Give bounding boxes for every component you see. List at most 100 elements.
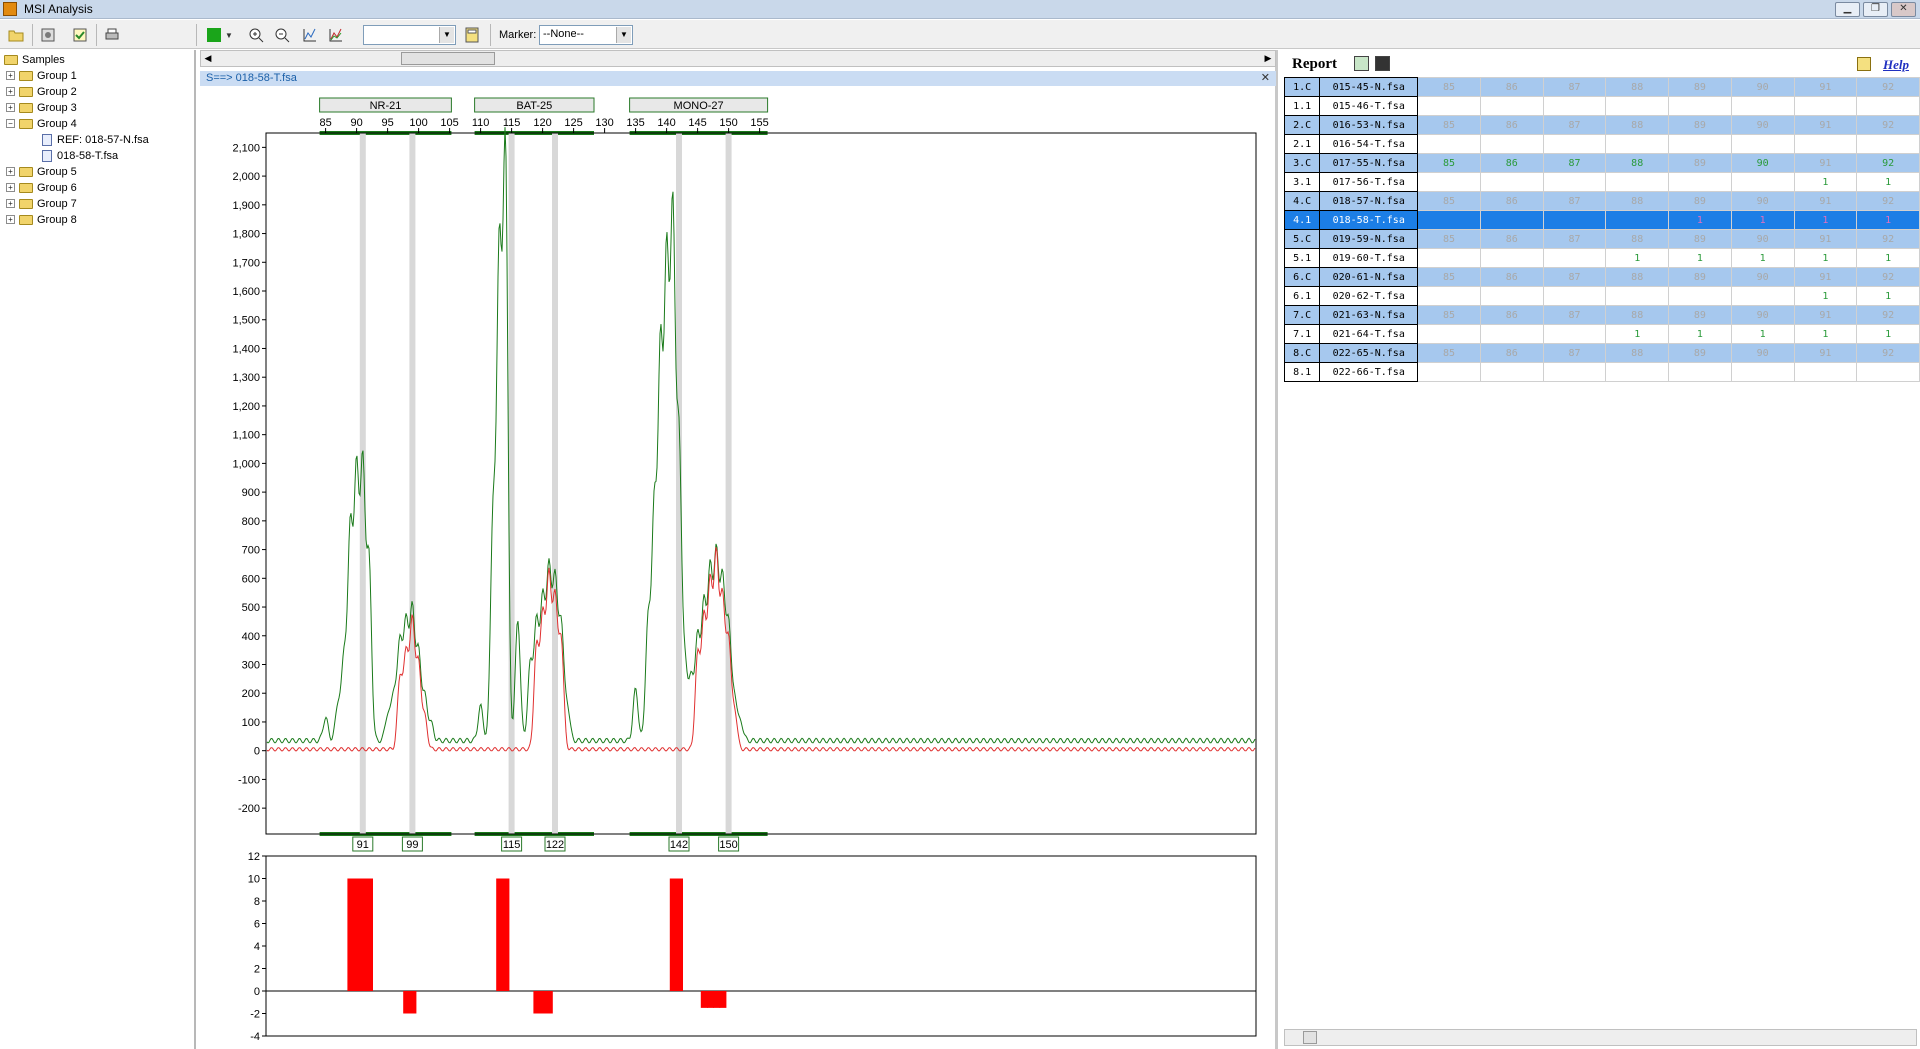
print-icon[interactable] (102, 25, 122, 45)
help-icon[interactable] (1857, 57, 1871, 71)
peak-label: 99 (406, 839, 418, 851)
report-cell: 1 (1668, 248, 1732, 268)
tree-group[interactable]: + Group 6 (6, 180, 77, 195)
overlay-icon[interactable] (326, 25, 346, 45)
row-index: 4.C (1283, 191, 1321, 211)
expand-icon[interactable]: + (6, 103, 15, 112)
tree-group[interactable]: + Group 7 (6, 196, 77, 211)
tree-file[interactable]: 018-58-T.fsa (42, 148, 118, 163)
save-icon[interactable] (1375, 56, 1390, 71)
report-row[interactable]: 6.1 020-62-T.fsa 1 1 (1283, 286, 1920, 306)
file-tab-label: S==> 018-58-T.fsa (206, 72, 297, 84)
report-cell: 91 (1793, 191, 1858, 211)
expand-icon[interactable]: + (6, 71, 15, 80)
tree-group[interactable]: + Group 2 (6, 84, 77, 99)
close-button[interactable]: ✕ (1891, 2, 1916, 17)
y-tick-label: 600 (242, 573, 260, 585)
expand-icon[interactable]: + (6, 87, 15, 96)
scroll-left-icon[interactable]: ◀ (201, 51, 215, 66)
expand-icon[interactable]: + (6, 215, 15, 224)
report-row[interactable]: 3.1 017-56-T.fsa 1 1 (1283, 172, 1920, 192)
help-link[interactable]: Help (1883, 57, 1909, 73)
tree-root[interactable]: Samples (4, 52, 65, 67)
expand-icon[interactable]: + (6, 167, 15, 176)
report-cell (1542, 172, 1607, 192)
report-row[interactable]: 5.1 019-60-T.fsa 1 1 1 1 1 (1283, 248, 1920, 268)
tree-file[interactable]: REF: 018-57-N.fsa (42, 132, 149, 147)
report-export-icon[interactable] (1354, 56, 1369, 71)
report-cell: 92 (1856, 267, 1920, 287)
collapse-icon[interactable]: − (6, 119, 15, 128)
marker-select[interactable]: --None-- ▼ (539, 25, 633, 45)
report-cell: 85 (1417, 343, 1481, 363)
report-row[interactable]: 4.1 018-58-T.fsa 1 1 1 1 (1283, 210, 1920, 230)
report-cell: 87 (1542, 115, 1607, 135)
report-row[interactable]: 4.C 018-57-N.fsa 85 86 87 88 89 90 91 92 (1283, 191, 1920, 211)
peak-label: 142 (670, 839, 688, 851)
report-cell: 87 (1542, 343, 1607, 363)
color-dropdown-icon[interactable]: ▼ (224, 25, 234, 45)
report-row[interactable]: 8.1 022-66-T.fsa (1283, 362, 1920, 382)
report-cell (1605, 210, 1670, 230)
green-square-icon[interactable] (204, 25, 224, 45)
report-cell: 87 (1542, 267, 1607, 287)
settings-icon[interactable] (38, 25, 58, 45)
report-scrollbar[interactable] (1284, 1029, 1917, 1046)
report-cell: 1 (1605, 324, 1670, 344)
row-index: 8.1 (1283, 362, 1321, 382)
scroll-right-icon[interactable]: ▶ (1261, 51, 1275, 66)
report-row[interactable]: 5.C 019-59-N.fsa 85 86 87 88 89 90 91 92 (1283, 229, 1920, 249)
minimize-button[interactable]: ▁ (1835, 2, 1860, 17)
row-index: 3.1 (1283, 172, 1321, 192)
chevron-down-icon[interactable]: ▼ (439, 27, 454, 43)
report-cell (1542, 286, 1607, 306)
view-combo[interactable]: ▼ (363, 25, 456, 45)
y-tick-label: 1,600 (232, 286, 260, 298)
report-row[interactable]: 2.C 016-53-N.fsa 85 86 87 88 89 90 91 92 (1283, 115, 1920, 135)
scroll-thumb[interactable] (1303, 1031, 1317, 1044)
report-row[interactable]: 6.C 020-61-N.fsa 85 86 87 88 89 90 91 92 (1283, 267, 1920, 287)
row-index: 7.1 (1283, 324, 1321, 344)
close-icon[interactable]: ✕ (1261, 71, 1270, 86)
checklist-icon[interactable] (70, 25, 90, 45)
expand-icon[interactable]: + (6, 199, 15, 208)
folder-icon (19, 198, 33, 209)
difference-bar (700, 991, 708, 1008)
calculator-icon[interactable] (462, 25, 482, 45)
row-index: 5.C (1283, 229, 1321, 249)
open-folder-icon[interactable] (6, 25, 26, 45)
x-tick-label: 90 (350, 117, 362, 129)
difference-bar (347, 878, 355, 991)
tree-group[interactable]: + Group 8 (6, 212, 77, 227)
tree-group[interactable]: − Group 4 (6, 116, 77, 131)
report-row[interactable]: 7.C 021-63-N.fsa 85 86 87 88 89 90 91 92 (1283, 305, 1920, 325)
x-tick-label: 100 (409, 117, 427, 129)
tree-group[interactable]: + Group 3 (6, 100, 77, 115)
report-row[interactable]: 7.1 021-64-T.fsa 1 1 1 1 1 (1283, 324, 1920, 344)
x-tick-label: 130 (595, 117, 613, 129)
scroll-thumb[interactable] (401, 52, 495, 65)
report-row[interactable]: 1.C 015-45-N.fsa 85 86 87 88 89 90 91 92 (1283, 77, 1920, 97)
zoom-in-icon[interactable] (246, 25, 266, 45)
report-cell: 89 (1668, 153, 1732, 173)
chart-icon[interactable] (300, 25, 320, 45)
row-file: 016-53-N.fsa (1319, 115, 1419, 135)
row-index: 3.C (1283, 153, 1321, 173)
report-cell: 88 (1605, 153, 1670, 173)
y-tick-label: 1,200 (232, 401, 260, 413)
report-row[interactable]: 3.C 017-55-N.fsa 85 86 87 88 89 90 91 92 (1283, 153, 1920, 173)
report-row[interactable]: 2.1 016-54-T.fsa (1283, 134, 1920, 154)
report-cell: 1 (1856, 248, 1920, 268)
report-row[interactable]: 1.1 015-46-T.fsa (1283, 96, 1920, 116)
horizontal-scrollbar[interactable]: ◀ ▶ (200, 50, 1276, 67)
zoom-out-icon[interactable] (272, 25, 292, 45)
chevron-down-icon[interactable]: ▼ (616, 27, 631, 43)
report-cell: 91 (1793, 77, 1858, 97)
tree-group[interactable]: + Group 5 (6, 164, 77, 179)
tree-group[interactable]: + Group 1 (6, 68, 77, 83)
report-cell (1793, 96, 1858, 116)
expand-icon[interactable]: + (6, 183, 15, 192)
restore-button[interactable]: ❐ (1863, 2, 1888, 17)
report-row[interactable]: 8.C 022-65-N.fsa 85 86 87 88 89 90 91 92 (1283, 343, 1920, 363)
folder-icon (19, 86, 33, 97)
